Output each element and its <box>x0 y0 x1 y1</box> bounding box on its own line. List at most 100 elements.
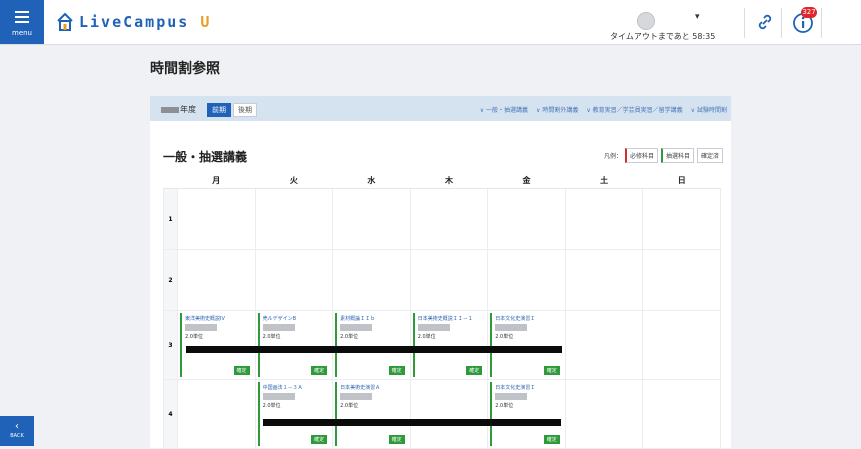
day-header: 木 <box>410 172 488 189</box>
divider <box>781 8 782 38</box>
brand-name: LiveCampus U <box>79 13 212 31</box>
day-header: 火 <box>255 172 333 189</box>
corner-cell <box>163 172 178 189</box>
timetable-cell[interactable] <box>409 379 489 449</box>
timetable-cell[interactable] <box>332 188 411 250</box>
timetable-cell[interactable]: 日本美術史演習Ａ 2.0単位 確定 <box>332 379 411 449</box>
course-entry[interactable]: 素材概論ＩＩｂ 2.0単位 確定 <box>335 313 408 377</box>
timetable-cell[interactable]: 日本文化史演習Ｉ 2.0単位 確定 <box>487 379 566 449</box>
timetable-cell[interactable]: 売ルデザインB 2.0単位 確定 <box>254 310 334 380</box>
timetable-cell[interactable] <box>642 310 721 380</box>
day-header: 土 <box>565 172 643 189</box>
term-second-half[interactable]: 後期 <box>233 103 257 117</box>
period-row: 2 <box>163 249 721 311</box>
period-number: 1 <box>163 188 178 250</box>
period-number: 3 <box>163 310 178 380</box>
menu-button[interactable]: menu <box>0 0 44 44</box>
notification-count-badge: 327 <box>801 7 817 18</box>
year-suffix: 年度 <box>180 105 196 114</box>
user-menu-caret-icon[interactable]: ▾ <box>695 12 700 22</box>
timetable-cell[interactable]: 日本文化史演習Ｉ 2.0単位 確定 <box>487 310 566 380</box>
course-name[interactable]: 日本美術史演習Ａ <box>340 384 408 391</box>
redacted-instructor <box>262 324 295 331</box>
timetable-cell[interactable] <box>487 188 566 250</box>
timetable-cell[interactable] <box>254 188 334 250</box>
timetable-cell[interactable] <box>177 379 256 449</box>
timetable-cell[interactable] <box>409 188 489 250</box>
legend-required: 必修科目 <box>624 148 658 163</box>
course-entry[interactable]: 日本美術史概説ＩＩ－１ 2.0単位 確定 <box>412 313 486 377</box>
course-credits: 2.0単位 <box>495 334 514 340</box>
period-row: 3 東洋美術史概説IV 2.0単位 確定 売ルデザインB 2.0単位 確定 素材… <box>163 310 721 380</box>
term-first-half[interactable]: 前期 <box>207 103 231 117</box>
course-credits: 2.0単位 <box>340 403 359 409</box>
course-entry[interactable]: 東洋美術史概説IV 2.0単位 確定 <box>180 313 253 377</box>
top-bar: menu LiveCampus U ▾ タイムアウトまであと 58:35 327 <box>0 0 861 45</box>
course-name[interactable]: 素材概論ＩＩｂ <box>340 315 408 322</box>
timetable-cell[interactable] <box>177 249 256 311</box>
confirmed-badge: 確定 <box>466 366 483 375</box>
confirmed-badge: 確定 <box>543 435 560 444</box>
timetable-cell[interactable] <box>177 188 256 250</box>
redacted-instructor <box>495 393 528 400</box>
timetable-cell[interactable] <box>332 249 411 311</box>
period-row: 1 <box>163 188 721 250</box>
timetable-cell[interactable]: 日本美術史概説ＩＩ－１ 2.0単位 確定 <box>409 310 489 380</box>
course-name[interactable]: 東洋美術史概説IV <box>185 315 253 322</box>
link-outside-timetable[interactable]: ∨ 時間割外講義 <box>536 105 578 114</box>
course-name[interactable]: 日本文化史演習Ｉ <box>495 315 563 322</box>
course-entry[interactable]: 売ルデザインB 2.0単位 確定 <box>257 313 331 377</box>
back-button[interactable]: ‹ BACK <box>0 416 34 446</box>
page-title: 時間割参照 <box>150 61 220 77</box>
app-logo[interactable]: LiveCampus U <box>57 11 211 33</box>
divider <box>744 8 745 38</box>
session-timeout: タイムアウトまであと 58:35 <box>610 32 716 41</box>
timetable-cell[interactable]: 素材概論ＩＩｂ 2.0単位 確定 <box>332 310 411 380</box>
confirmed-badge: 確定 <box>543 366 560 375</box>
course-name[interactable]: 日本文化史演習Ｉ <box>495 384 563 391</box>
timetable-cell[interactable] <box>254 249 334 311</box>
timetable-cell[interactable]: 東洋美術史概説IV 2.0単位 確定 <box>177 310 256 380</box>
course-entry[interactable]: 日本文化史演習Ｉ 2.0単位 確定 <box>490 313 563 377</box>
timetable-cell[interactable] <box>642 379 721 449</box>
day-header: 金 <box>487 172 566 189</box>
period-row: 4 中国画法１－３Ａ 2.0単位 確定 日本美術史演習Ａ 2.0単位 確定 日本… <box>163 379 721 449</box>
timetable-cell[interactable] <box>642 188 721 250</box>
period-number: 4 <box>163 379 178 449</box>
link-exam-timetable[interactable]: ∨ 試験時間割 <box>691 105 727 114</box>
timetable-cell[interactable] <box>564 379 644 449</box>
legend: 凡例： 必修科目 抽選科目 確定済 <box>604 148 723 163</box>
timetable-cell[interactable] <box>642 249 721 311</box>
timetable-cell[interactable] <box>409 249 489 311</box>
course-entry[interactable]: 中国画法１－３Ａ 2.0単位 確定 <box>257 382 331 446</box>
day-header: 水 <box>332 172 411 189</box>
timetable-cell[interactable] <box>564 249 644 311</box>
link-icon[interactable] <box>755 12 775 32</box>
timetable-cell[interactable]: 中国画法１－３Ａ 2.0単位 確定 <box>254 379 334 449</box>
redaction-bar <box>186 346 562 353</box>
confirmed-badge: 確定 <box>388 366 405 375</box>
confirmed-badge: 確定 <box>311 435 328 444</box>
link-practicum[interactable]: ∨ 教育実習／学芸員実習／留学講義 <box>586 105 682 114</box>
course-name[interactable]: 中国画法１－３Ａ <box>263 384 331 391</box>
user-avatar[interactable] <box>637 12 655 30</box>
redacted-instructor <box>340 393 373 400</box>
confirmed-badge: 確定 <box>233 366 250 375</box>
day-header: 月 <box>177 172 256 189</box>
timetable-cell[interactable] <box>564 188 644 250</box>
course-entry[interactable]: 日本美術史演習Ａ 2.0単位 確定 <box>335 382 408 446</box>
course-credits: 2.0単位 <box>417 334 436 340</box>
redacted-instructor <box>185 324 217 331</box>
link-general-lottery[interactable]: ∨ 一般・抽選講義 <box>480 105 528 114</box>
timetable-grid: 月 火 水 木 金 土 日 1 2 3 東洋美術史概説IV 2.0単位 確定 売… <box>163 172 721 449</box>
course-entry[interactable]: 日本文化史演習Ｉ 2.0単位 確定 <box>490 382 563 446</box>
course-name[interactable]: 売ルデザインB <box>263 315 331 322</box>
redacted-instructor <box>262 393 295 400</box>
academic-year: 年度 <box>161 104 196 115</box>
course-name[interactable]: 日本美術史概説ＩＩ－１ <box>418 315 486 322</box>
course-credits: 2.0単位 <box>262 403 281 409</box>
timetable-cell[interactable] <box>564 310 644 380</box>
confirmed-badge: 確定 <box>311 366 328 375</box>
timetable-cell[interactable] <box>487 249 566 311</box>
timetable-toolbar: 年度 前期 後期 ∨ 一般・抽選講義 ∨ 時間割外講義 ∨ 教育実習／学芸員実習… <box>150 96 731 121</box>
